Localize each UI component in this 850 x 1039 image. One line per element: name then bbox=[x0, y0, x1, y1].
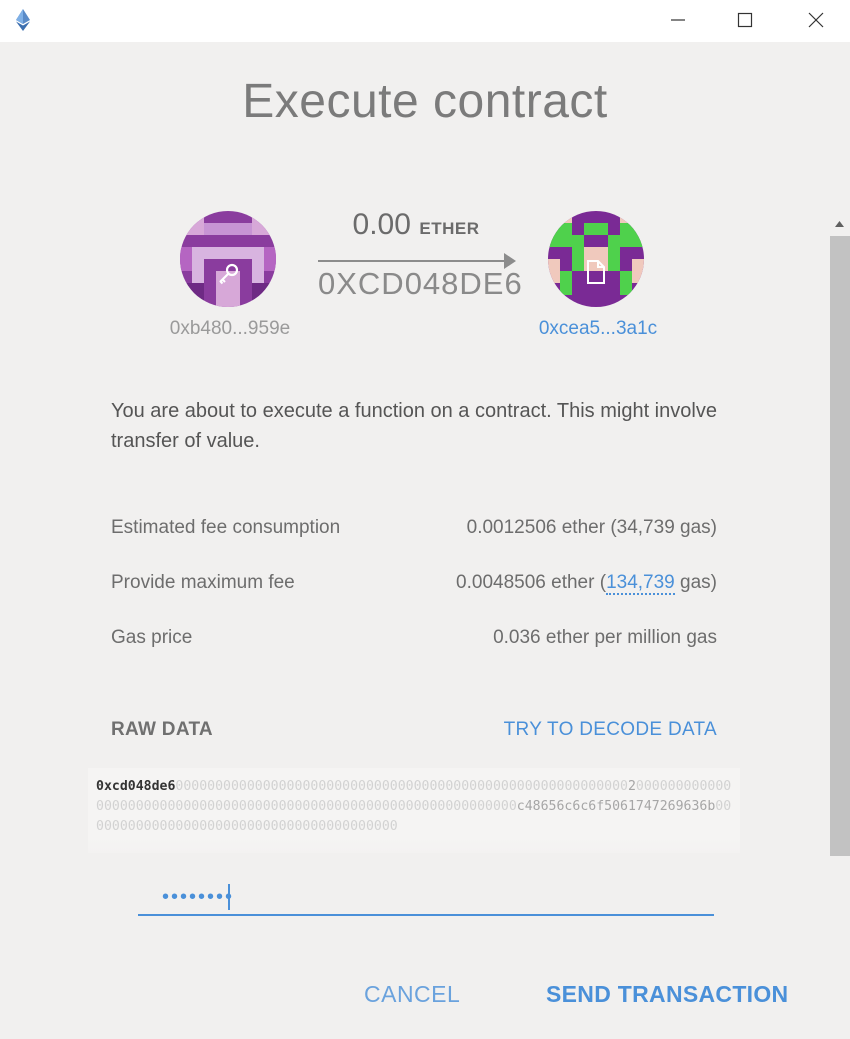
from-address[interactable]: 0xb480...959e bbox=[120, 318, 340, 340]
send-transaction-button[interactable]: SEND TRANSACTION bbox=[546, 981, 788, 1008]
raw-segment-2: 2 bbox=[627, 779, 636, 794]
minimize-button[interactable] bbox=[655, 0, 701, 40]
to-contract-avatar[interactable] bbox=[548, 211, 644, 307]
amount-value: 0.00 bbox=[352, 208, 411, 241]
decode-data-link[interactable]: TRY TO DECODE DATA bbox=[504, 719, 717, 741]
max-fee-value: 0.0048506 ether (134,739 gas) bbox=[456, 572, 717, 595]
max-fee-row: Provide maximum fee 0.0048506 ether (134… bbox=[111, 572, 717, 602]
method-id: 0XCD048DE6 bbox=[318, 266, 523, 301]
password-input[interactable] bbox=[138, 880, 714, 916]
key-icon bbox=[219, 263, 239, 285]
max-fee-prefix: 0.0048506 ether ( bbox=[456, 572, 607, 593]
raw-hex-string: c48656c6c6f5061747269636b bbox=[516, 799, 716, 814]
max-fee-label: Provide maximum fee bbox=[111, 572, 295, 593]
max-gas-link[interactable]: 134,739 bbox=[606, 572, 675, 595]
estimated-fee-row: Estimated fee consumption 0.0012506 ethe… bbox=[111, 517, 717, 547]
transfer-amount: 0.00 ETHER bbox=[318, 208, 514, 242]
raw-data-text: 0xcd048de6000000000000000000000000000000… bbox=[96, 777, 736, 837]
raw-data-label: RAW DATA bbox=[111, 719, 213, 740]
close-button[interactable] bbox=[793, 0, 839, 40]
text-caret bbox=[228, 884, 230, 910]
gas-price-value: 0.036 ether per million gas bbox=[493, 627, 717, 648]
raw-segment-1: 0000000000000000000000000000000000000000… bbox=[175, 779, 628, 794]
gas-price-label: Gas price bbox=[111, 627, 193, 648]
ethereum-icon bbox=[16, 9, 30, 31]
to-address[interactable]: 0xcea5...3a1c bbox=[488, 318, 708, 340]
title-bar bbox=[0, 0, 850, 42]
gas-price-row: Gas price 0.036 ether per million gas bbox=[111, 627, 717, 657]
page-title: Execute contract bbox=[242, 75, 608, 128]
document-icon bbox=[587, 260, 605, 284]
maximize-button[interactable] bbox=[722, 0, 768, 40]
cancel-button[interactable]: CANCEL bbox=[364, 981, 460, 1008]
scroll-up-icon[interactable] bbox=[834, 220, 845, 228]
estimated-fee-label: Estimated fee consumption bbox=[111, 517, 341, 538]
estimated-fee-value: 0.0012506 ether (34,739 gas) bbox=[466, 517, 717, 538]
description-text: You are about to execute a function on a… bbox=[111, 400, 717, 452]
minimize-icon bbox=[671, 19, 685, 21]
close-icon bbox=[808, 12, 824, 28]
amount-unit: ETHER bbox=[419, 219, 480, 238]
maximize-icon bbox=[737, 12, 753, 28]
from-account-avatar[interactable] bbox=[180, 211, 276, 307]
max-fee-suffix: gas) bbox=[674, 572, 717, 593]
scrollbar-thumb[interactable] bbox=[830, 236, 850, 856]
scroll-fade bbox=[0, 838, 828, 878]
raw-selector: 0xcd048de6 bbox=[96, 779, 176, 794]
